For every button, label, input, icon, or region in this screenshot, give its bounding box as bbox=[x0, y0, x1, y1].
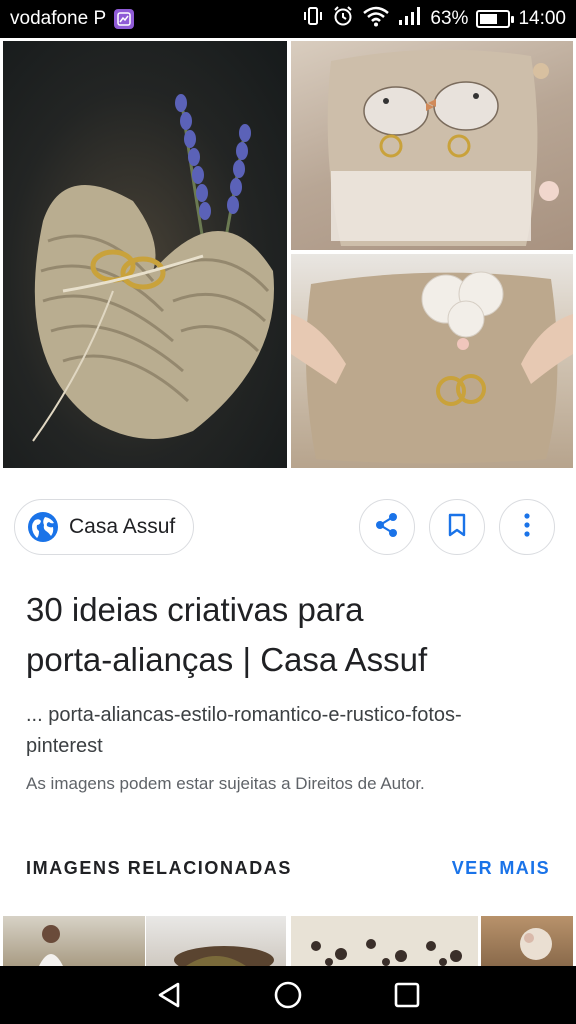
clock: 14:00 bbox=[518, 8, 566, 29]
more-vert-icon bbox=[522, 512, 532, 543]
globe-icon bbox=[27, 511, 59, 543]
bookmark-icon bbox=[445, 512, 469, 543]
gallery-notification-icon bbox=[114, 9, 135, 29]
main-image-rope-heart[interactable] bbox=[3, 41, 287, 468]
system-nav-bar bbox=[0, 966, 576, 1024]
share-icon bbox=[373, 511, 401, 544]
battery-percent: 63% bbox=[430, 8, 469, 29]
more-options-button[interactable] bbox=[499, 499, 555, 555]
result-title[interactable]: 30 ideias criativas para porta-alianças … bbox=[26, 585, 556, 685]
related-thumbnails bbox=[0, 916, 576, 966]
result-title-line2: porta-alianças | Casa Assuf bbox=[26, 641, 428, 678]
image-collage[interactable] bbox=[0, 38, 576, 472]
result-title-line1: 30 ideias criativas para bbox=[26, 591, 364, 628]
source-chip[interactable]: Casa Assuf bbox=[14, 499, 195, 555]
source-name: Casa Assuf bbox=[69, 515, 176, 538]
copyright-notice: As imagens podem estar sujeitas a Direit… bbox=[26, 774, 425, 793]
signal-icon bbox=[398, 6, 422, 32]
alarm-icon bbox=[332, 5, 354, 33]
image-burlap-pillow-hands[interactable] bbox=[291, 254, 573, 468]
vibrate-icon bbox=[302, 5, 324, 33]
recents-icon[interactable] bbox=[387, 975, 427, 1015]
result-url-line1: ... porta-aliancas-estilo-romantico-e-ru… bbox=[26, 704, 462, 726]
status-bar: vodafone P 63% 14:00 bbox=[0, 0, 576, 38]
related-images-heading: IMAGENS RELACIONADAS bbox=[26, 858, 293, 878]
battery-icon bbox=[476, 10, 515, 28]
see-more-link[interactable]: VER MAIS bbox=[452, 858, 550, 879]
home-icon[interactable] bbox=[268, 975, 308, 1015]
back-icon[interactable] bbox=[149, 975, 189, 1015]
image-burlap-pillow-birds[interactable] bbox=[291, 41, 573, 250]
related-thumbnail[interactable] bbox=[146, 916, 286, 966]
related-thumbnail[interactable] bbox=[481, 916, 573, 966]
related-thumbnail[interactable] bbox=[3, 916, 145, 966]
save-button[interactable] bbox=[429, 499, 485, 555]
share-button[interactable] bbox=[359, 499, 415, 555]
wifi-icon bbox=[362, 5, 390, 33]
related-thumbnail[interactable] bbox=[291, 916, 478, 966]
result-url-line2: pinterest bbox=[26, 735, 103, 757]
result-url: ... porta-aliancas-estilo-romantico-e-ru… bbox=[26, 700, 546, 762]
carrier-name: vodafone P bbox=[10, 8, 107, 29]
